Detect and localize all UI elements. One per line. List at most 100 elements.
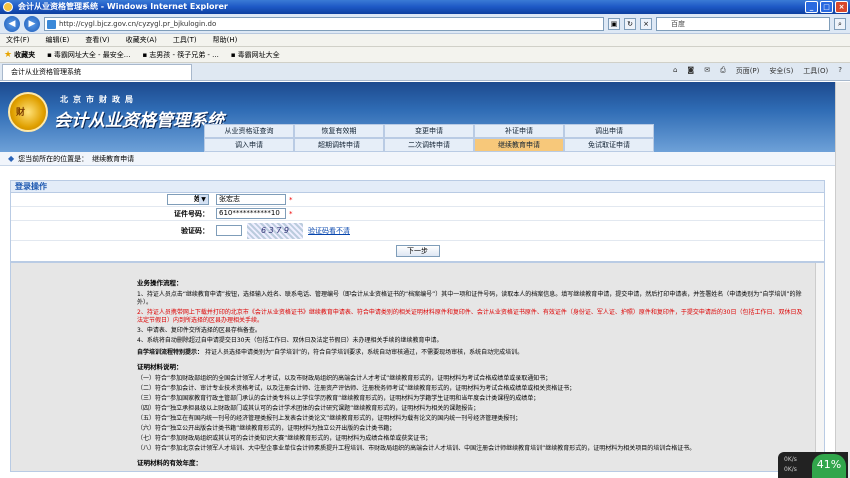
url-text: http://cygl.bjcz.gov.cn/cyzygl.pr_bjkulo… bbox=[59, 19, 217, 28]
material-item-1: （一）符合“参加财政部组织的全国会计领军人才考试，以及市财政局组织的高端会计人才… bbox=[137, 375, 552, 382]
login-header: 登录操作 bbox=[11, 181, 824, 193]
safety-menu[interactable]: 安全(S) bbox=[769, 66, 793, 76]
ie-icon bbox=[3, 2, 13, 12]
search-placeholder: 百度 bbox=[671, 19, 685, 28]
menu-edit[interactable]: 编辑(E) bbox=[46, 35, 70, 45]
back-icon[interactable]: ◀ bbox=[4, 15, 20, 32]
chevron-down-icon: ▼ bbox=[199, 195, 208, 204]
cert-number-input[interactable]: 610***********10 bbox=[216, 208, 286, 219]
page-icon bbox=[47, 19, 56, 29]
compat-icon[interactable]: ▣ bbox=[608, 17, 620, 30]
step-4: 4、系统将自动删除超过自申请提交日30天（包括工作日、双休日及法定节假日）未办理… bbox=[137, 337, 443, 344]
menu-view[interactable]: 查看(V) bbox=[85, 35, 109, 45]
rss-icon[interactable]: ◙ bbox=[687, 66, 694, 76]
breadcrumb-value: 继续教育申请 bbox=[92, 154, 135, 163]
fav-link-1[interactable]: ▪ 毒霸网址大全 - 最安全... bbox=[47, 50, 130, 60]
menu-help[interactable]: 帮助(H) bbox=[213, 35, 238, 45]
nav-second-transfer[interactable]: 二次调转申请 bbox=[384, 138, 474, 152]
validity-title: 证明材料的有效年度： bbox=[137, 459, 202, 467]
star-icon: ★ bbox=[4, 49, 13, 60]
menu-favorites[interactable]: 收藏夹(A) bbox=[126, 35, 157, 45]
material-item-8: （八）符合“参加北京会计领军人才培训、大中型企事业单位会计师素质提升工程培训、市… bbox=[137, 445, 696, 452]
nav-change-apply[interactable]: 变更申请 bbox=[384, 124, 474, 138]
page-menu[interactable]: 页面(P) bbox=[736, 66, 760, 76]
window-title: 会计从业资格管理系统 - Windows Internet Explorer bbox=[18, 2, 228, 11]
fav-link-2-label: 志男孩 - 筷子兄弟 - ... bbox=[149, 50, 219, 59]
close-button[interactable]: × bbox=[835, 1, 848, 13]
upload-speed: 0K/s bbox=[784, 456, 797, 463]
nav-restore-validity[interactable]: 恢复有效期 bbox=[294, 124, 384, 138]
url-input[interactable]: http://cygl.bjcz.gov.cn/cyzygl.pr_bjkulo… bbox=[44, 16, 604, 31]
cert-material-title: 证明材料说明： bbox=[137, 363, 183, 371]
next-button[interactable]: 下一步 bbox=[395, 245, 440, 257]
login-panel: 登录操作 姓名▼ 张宏志 * 证件号码： 610***********10 * … bbox=[10, 180, 825, 262]
captcha-input[interactable] bbox=[216, 225, 242, 236]
required-mark: * bbox=[289, 209, 293, 218]
fav-link-1-label: 毒霸网址大全 - 最安全... bbox=[53, 50, 131, 59]
stop-icon[interactable]: × bbox=[640, 17, 652, 30]
page-icon: ▪ bbox=[47, 50, 52, 59]
step-3: 3、申请表、复印件交所选择的区县存档备查。 bbox=[137, 327, 261, 334]
nav-overdue-transfer[interactable]: 超期调转申请 bbox=[294, 138, 384, 152]
required-mark: * bbox=[289, 195, 293, 204]
print-icon[interactable]: ⎙ bbox=[720, 66, 726, 76]
nav-continuing-education[interactable]: 继续教育申请 bbox=[474, 138, 564, 152]
name-input[interactable]: 张宏志 bbox=[216, 194, 286, 205]
nav-cert-query[interactable]: 从业资格证查询 bbox=[204, 124, 294, 138]
tools-menu[interactable]: 工具(O) bbox=[803, 66, 828, 76]
refresh-icon[interactable]: ↻ bbox=[624, 17, 636, 30]
search-icon[interactable]: ⌕ bbox=[834, 17, 846, 30]
breadcrumb-label: 您当前所在的位置是： bbox=[18, 154, 89, 163]
self-study-text: 持证人员选择申请类别为“自学培训”的，符合自学培训要求，系统自动审核通过，不需要… bbox=[204, 349, 524, 356]
nav-menu: 从业资格证查询 恢复有效期 变更申请 补证申请 调出申请 调入申请 超期调转申请… bbox=[204, 124, 834, 152]
minimize-button[interactable]: _ bbox=[805, 1, 818, 13]
page-scrollbar[interactable] bbox=[835, 82, 850, 478]
fav-link-2[interactable]: ▪ 志男孩 - 筷子兄弟 - ... bbox=[142, 50, 218, 60]
maximize-button[interactable]: □ bbox=[820, 1, 833, 13]
page-content: 财 北京市财政局 会计从业资格管理系统 从业资格证查询 恢复有效期 变更申请 补… bbox=[0, 82, 835, 478]
window-titlebar: 会计从业资格管理系统 - Windows Internet Explorer _… bbox=[0, 0, 850, 14]
inner-scrollbar[interactable] bbox=[815, 263, 824, 471]
emblem-logo bbox=[8, 92, 48, 132]
location-icon: ◆ bbox=[8, 154, 15, 163]
captcha-image: 6 3 7 9 bbox=[247, 222, 303, 239]
tab-row: 会计从业资格管理系统 ⌂ ◙ ✉ ⎙ 页面(P) 安全(S) 工具(O) ? bbox=[0, 63, 850, 81]
help-icon[interactable]: ? bbox=[838, 66, 842, 76]
name-select-cell: 姓名▼ bbox=[11, 194, 213, 205]
instructions-panel: 业务操作流程： 1、持证人员点击“继续教育申请”按钮，选择输入姓名、联系电话、管… bbox=[10, 262, 825, 472]
nav-reissue-apply[interactable]: 补证申请 bbox=[474, 124, 564, 138]
flow-title: 业务操作流程： bbox=[137, 279, 183, 287]
fav-link-3[interactable]: ▪ 毒霸网址大全 bbox=[231, 50, 280, 60]
browser-tab[interactable]: 会计从业资格管理系统 bbox=[2, 63, 192, 80]
home-icon[interactable]: ⌂ bbox=[673, 66, 677, 76]
search-input[interactable]: 百度 bbox=[656, 16, 830, 31]
captcha-refresh-link[interactable]: 验证码看不清 bbox=[308, 226, 350, 236]
self-study-title: 自学培训流程特别提示： bbox=[137, 349, 204, 356]
step-1: 1、持证人员点击“继续教育申请”按钮，选择输入姓名、联系电话、管理编号（即会计从… bbox=[137, 291, 802, 306]
favorites-button[interactable]: ★ 收藏夹 bbox=[4, 50, 35, 60]
download-speed: 0K/s bbox=[784, 466, 797, 473]
mail-icon[interactable]: ✉ bbox=[704, 66, 710, 76]
menu-tools[interactable]: 工具(T) bbox=[173, 35, 197, 45]
name-type-select[interactable]: 姓名▼ bbox=[167, 194, 209, 205]
forward-icon[interactable]: ▶ bbox=[24, 15, 40, 32]
step-2: 2、持证人员携带网上下载并打印的北京市《会计从业资格证书》继续教育申请表、符合申… bbox=[137, 309, 803, 324]
breadcrumb: ◆ 您当前所在的位置是： 继续教育申请 bbox=[0, 152, 835, 166]
page-icon: ▪ bbox=[230, 50, 236, 59]
captcha-label: 验证码： bbox=[181, 226, 209, 235]
tab-label: 会计从业资格管理系统 bbox=[11, 67, 81, 76]
menu-file[interactable]: 文件(F) bbox=[6, 35, 30, 45]
cpu-percent: 41% bbox=[812, 454, 846, 478]
nav-transfer-out[interactable]: 调出申请 bbox=[564, 124, 654, 138]
site-banner: 财 北京市财政局 会计从业资格管理系统 从业资格证查询 恢复有效期 变更申请 补… bbox=[0, 82, 835, 152]
material-item-3: （三）符合“参加国家教育行政主管部门承认的会计类专科以上学位学历教育”继续教育形… bbox=[137, 395, 540, 402]
nav-transfer-in[interactable]: 调入申请 bbox=[204, 138, 294, 152]
banner-brand: 会计从业资格管理系统 bbox=[54, 111, 224, 131]
nav-exempt-apply[interactable]: 免试取证申请 bbox=[564, 138, 654, 152]
cert-label: 证件号码： bbox=[174, 209, 209, 218]
page-icon: ▪ bbox=[142, 50, 148, 59]
material-item-2: （二）符合“参加会计、审计专业技术资格考试，以及注册会计师、注册资产评估师、注册… bbox=[137, 385, 576, 392]
material-item-5: （五）符合“独立在有国内统一刊号的经济管理类报刊上发表会计类论文”继续教育形式的… bbox=[137, 415, 522, 422]
material-item-6: （六）符合“独立公开出版会计类书籍”继续教育形式的，证明材料为独立公开出版的会计… bbox=[137, 425, 396, 432]
favorites-bar: ★ 收藏夹 ▪ 毒霸网址大全 - 最安全... ▪ 志男孩 - 筷子兄弟 - ... … bbox=[0, 47, 850, 63]
